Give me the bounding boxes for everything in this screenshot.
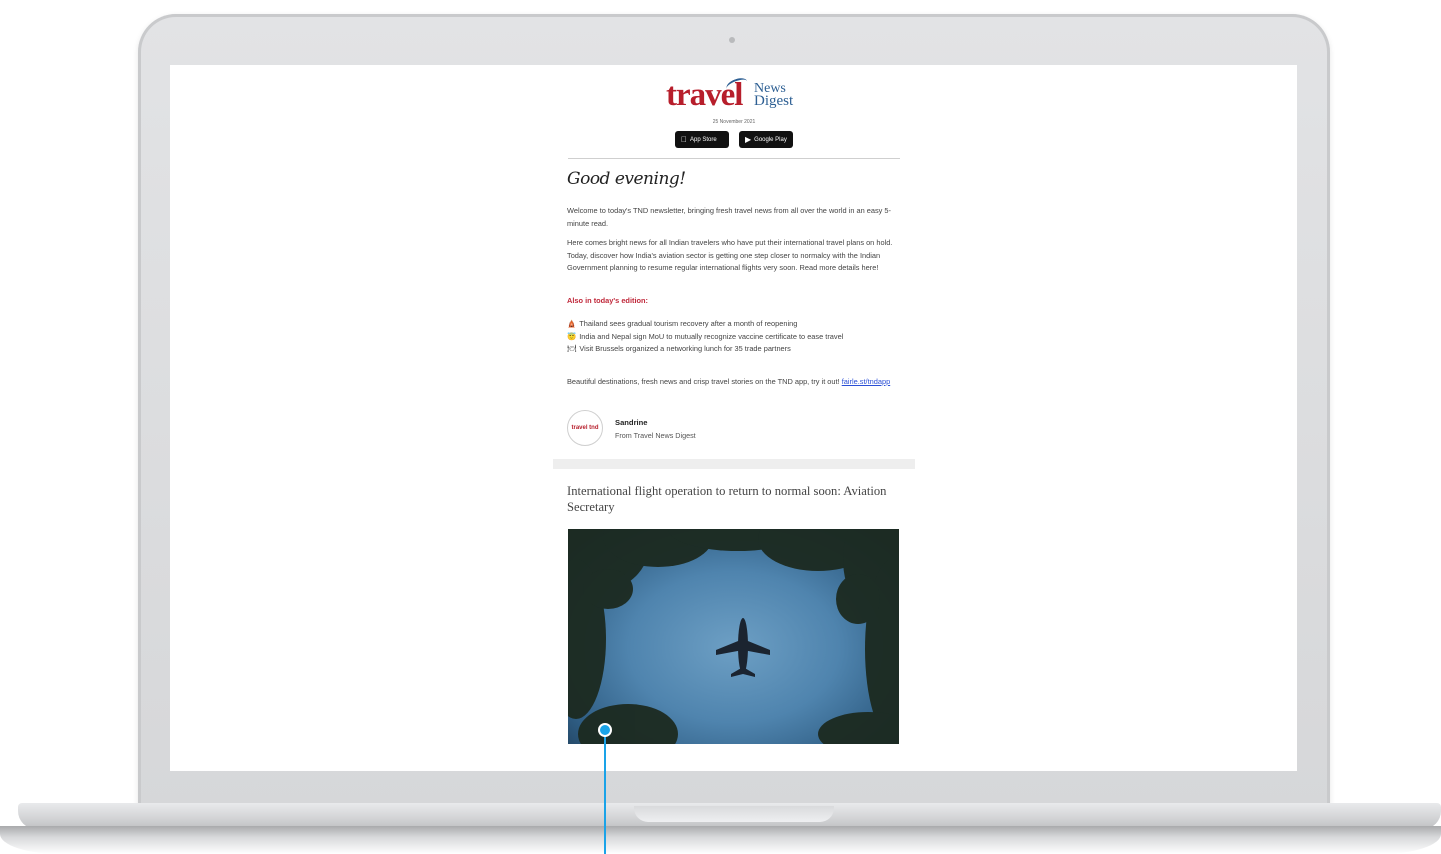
- app-store-button[interactable]:  App Store: [675, 131, 729, 148]
- app-promo-paragraph: Beautiful destinations, fresh news and c…: [567, 377, 891, 386]
- app-link[interactable]: fairle.st/tndapp: [842, 377, 890, 386]
- travel-news-digest-logo[interactable]: travel News Digest: [666, 75, 806, 112]
- list-item[interactable]: 😇 India and Nepal sign MoU to mutually re…: [567, 331, 897, 344]
- signature-name: Sandrine: [615, 418, 648, 427]
- laptop-shadow: [0, 826, 1441, 854]
- smiley-icon: 😇: [567, 331, 577, 341]
- list-item[interactable]: 🛕 Thailand sees gradual tourism recovery …: [567, 318, 897, 331]
- laptop-screen: travel News Digest 25 November 2021  Ap…: [170, 65, 1297, 771]
- logo-digest: Digest: [754, 93, 794, 109]
- temple-icon: 🛕: [567, 319, 577, 328]
- app-store-label: App Store: [684, 136, 717, 143]
- intro-paragraph: Welcome to today's TND newsletter, bring…: [567, 206, 892, 228]
- greeting: Good evening!: [567, 169, 686, 189]
- play-icon: ▶: [745, 135, 752, 144]
- dining-icon: 🍽: [567, 344, 577, 353]
- airplane-through-trees-illustration: [568, 529, 899, 744]
- header-divider: [568, 158, 900, 159]
- newsletter-email: travel News Digest 25 November 2021  Ap…: [553, 65, 915, 771]
- callout-line: [604, 733, 606, 854]
- also-in-today-heading: Also in today's edition:: [567, 296, 649, 305]
- callout-marker[interactable]: [600, 725, 610, 735]
- article-title[interactable]: International flight operation to return…: [567, 483, 902, 515]
- google-play-label: Google Play: [754, 136, 787, 143]
- camera-icon: [729, 37, 735, 43]
- airplane-icon: [716, 618, 770, 677]
- lead-paragraph: Here comes bright news for all Indian tr…: [567, 238, 893, 272]
- google-play-button[interactable]: ▶ Google Play: [739, 131, 793, 148]
- section-separator: [553, 459, 915, 469]
- edition-list: 🛕 Thailand sees gradual tourism recovery …: [567, 318, 897, 356]
- avatar: travel tnd: [567, 410, 603, 446]
- list-item[interactable]: 🍽 Visit Brussels organized a networking l…: [567, 343, 897, 356]
- apple-icon: : [681, 135, 687, 144]
- newsletter-date: 25 November 2021: [712, 119, 756, 125]
- laptop-notch: [634, 806, 834, 822]
- signature-from: From Travel News Digest: [615, 431, 696, 440]
- article-image[interactable]: [568, 529, 899, 744]
